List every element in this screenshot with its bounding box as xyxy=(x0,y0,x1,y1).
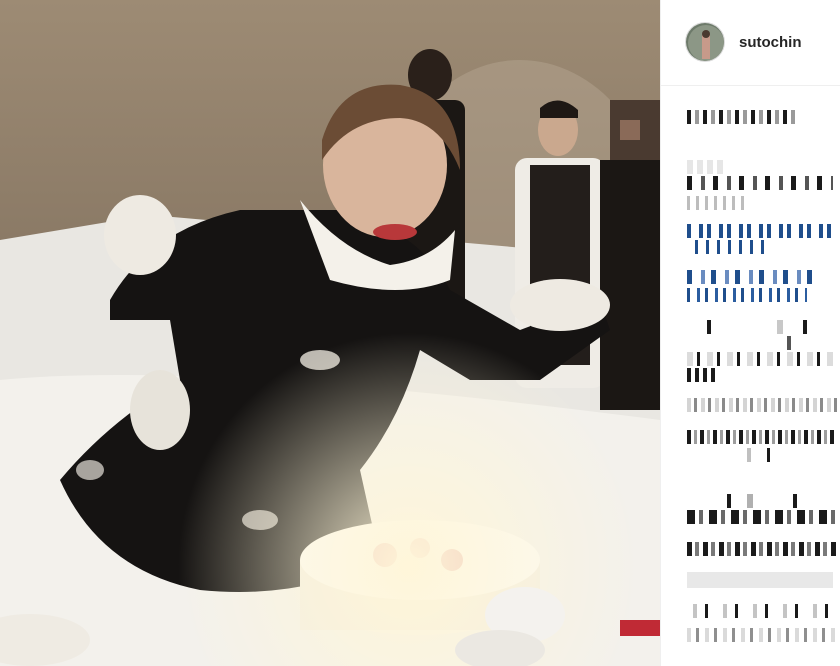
censored-comment-line xyxy=(687,110,797,124)
censored-comment-line xyxy=(687,352,837,366)
censored-hashtag-line xyxy=(687,270,813,284)
avatar-image xyxy=(686,23,724,61)
censored-comment-line xyxy=(687,448,807,462)
censored-hashtag-line xyxy=(687,224,833,238)
censored-comment-line xyxy=(687,320,827,334)
censored-comment-line xyxy=(687,542,837,556)
censored-comment-line xyxy=(687,494,807,508)
censored-comment-line xyxy=(687,196,747,210)
censored-comment-line xyxy=(687,604,837,618)
post-header: sutochin xyxy=(661,0,840,86)
action-bar-placeholder xyxy=(687,572,833,588)
censored-comment-line xyxy=(687,336,827,350)
censored-comment-line xyxy=(687,160,727,174)
censored-comment-line xyxy=(687,628,837,642)
censored-comment-line xyxy=(687,398,837,412)
censored-hashtag-line xyxy=(687,288,807,302)
censored-hashtag-line xyxy=(687,240,767,254)
censored-comment-line xyxy=(687,510,837,524)
party-cake-photo xyxy=(0,0,660,666)
censored-comment-line xyxy=(687,176,833,190)
censored-comment-line xyxy=(687,430,837,444)
censored-comment-line xyxy=(687,368,717,382)
post-sidebar: sutochin xyxy=(660,0,840,666)
post-photo[interactable] xyxy=(0,0,660,666)
username-link[interactable]: sutochin xyxy=(739,34,802,51)
avatar[interactable] xyxy=(685,22,725,62)
